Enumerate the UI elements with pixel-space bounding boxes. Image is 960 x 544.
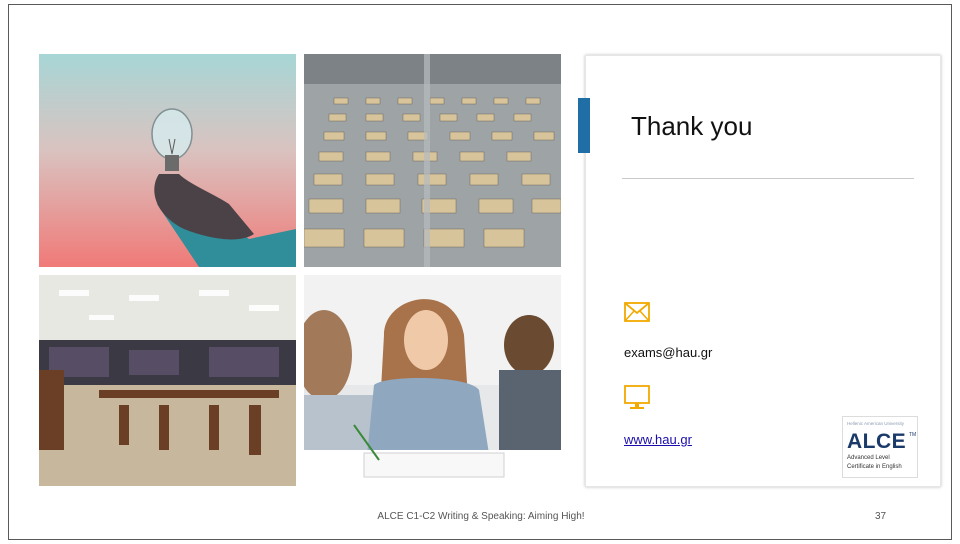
title-divider — [622, 178, 914, 179]
exam-hall-photo — [304, 54, 561, 267]
website-link[interactable]: www.hau.gr — [624, 432, 692, 447]
email-address: exams@hau.gr — [624, 345, 713, 360]
logo-name: ALCE — [847, 430, 907, 453]
page-title: Thank you — [631, 111, 753, 141]
logo-subtitle-1: Advanced Level — [847, 455, 890, 461]
contact-card: Thank you exams@hau.gr www.hau.gr Hellen… — [585, 55, 941, 487]
monitor-icon — [624, 385, 650, 409]
accent-bar — [578, 98, 590, 153]
slide: Thank you exams@hau.gr www.hau.gr Hellen… — [8, 4, 952, 540]
alce-logo: Hellenic American University ALCE TM Adv… — [842, 416, 918, 478]
envelope-icon — [624, 302, 650, 322]
logo-subtitle-2: Certificate in English — [847, 464, 902, 470]
lightbulb-photo — [39, 54, 296, 267]
footer-title: ALCE C1-C2 Writing & Speaking: Aiming Hi… — [377, 511, 585, 522]
students-exam-photo — [304, 275, 561, 486]
page-number: 37 — [875, 511, 887, 522]
logo-tm: TM — [909, 432, 917, 438]
library-photo — [39, 275, 296, 486]
logo-university: Hellenic American University — [847, 421, 905, 426]
